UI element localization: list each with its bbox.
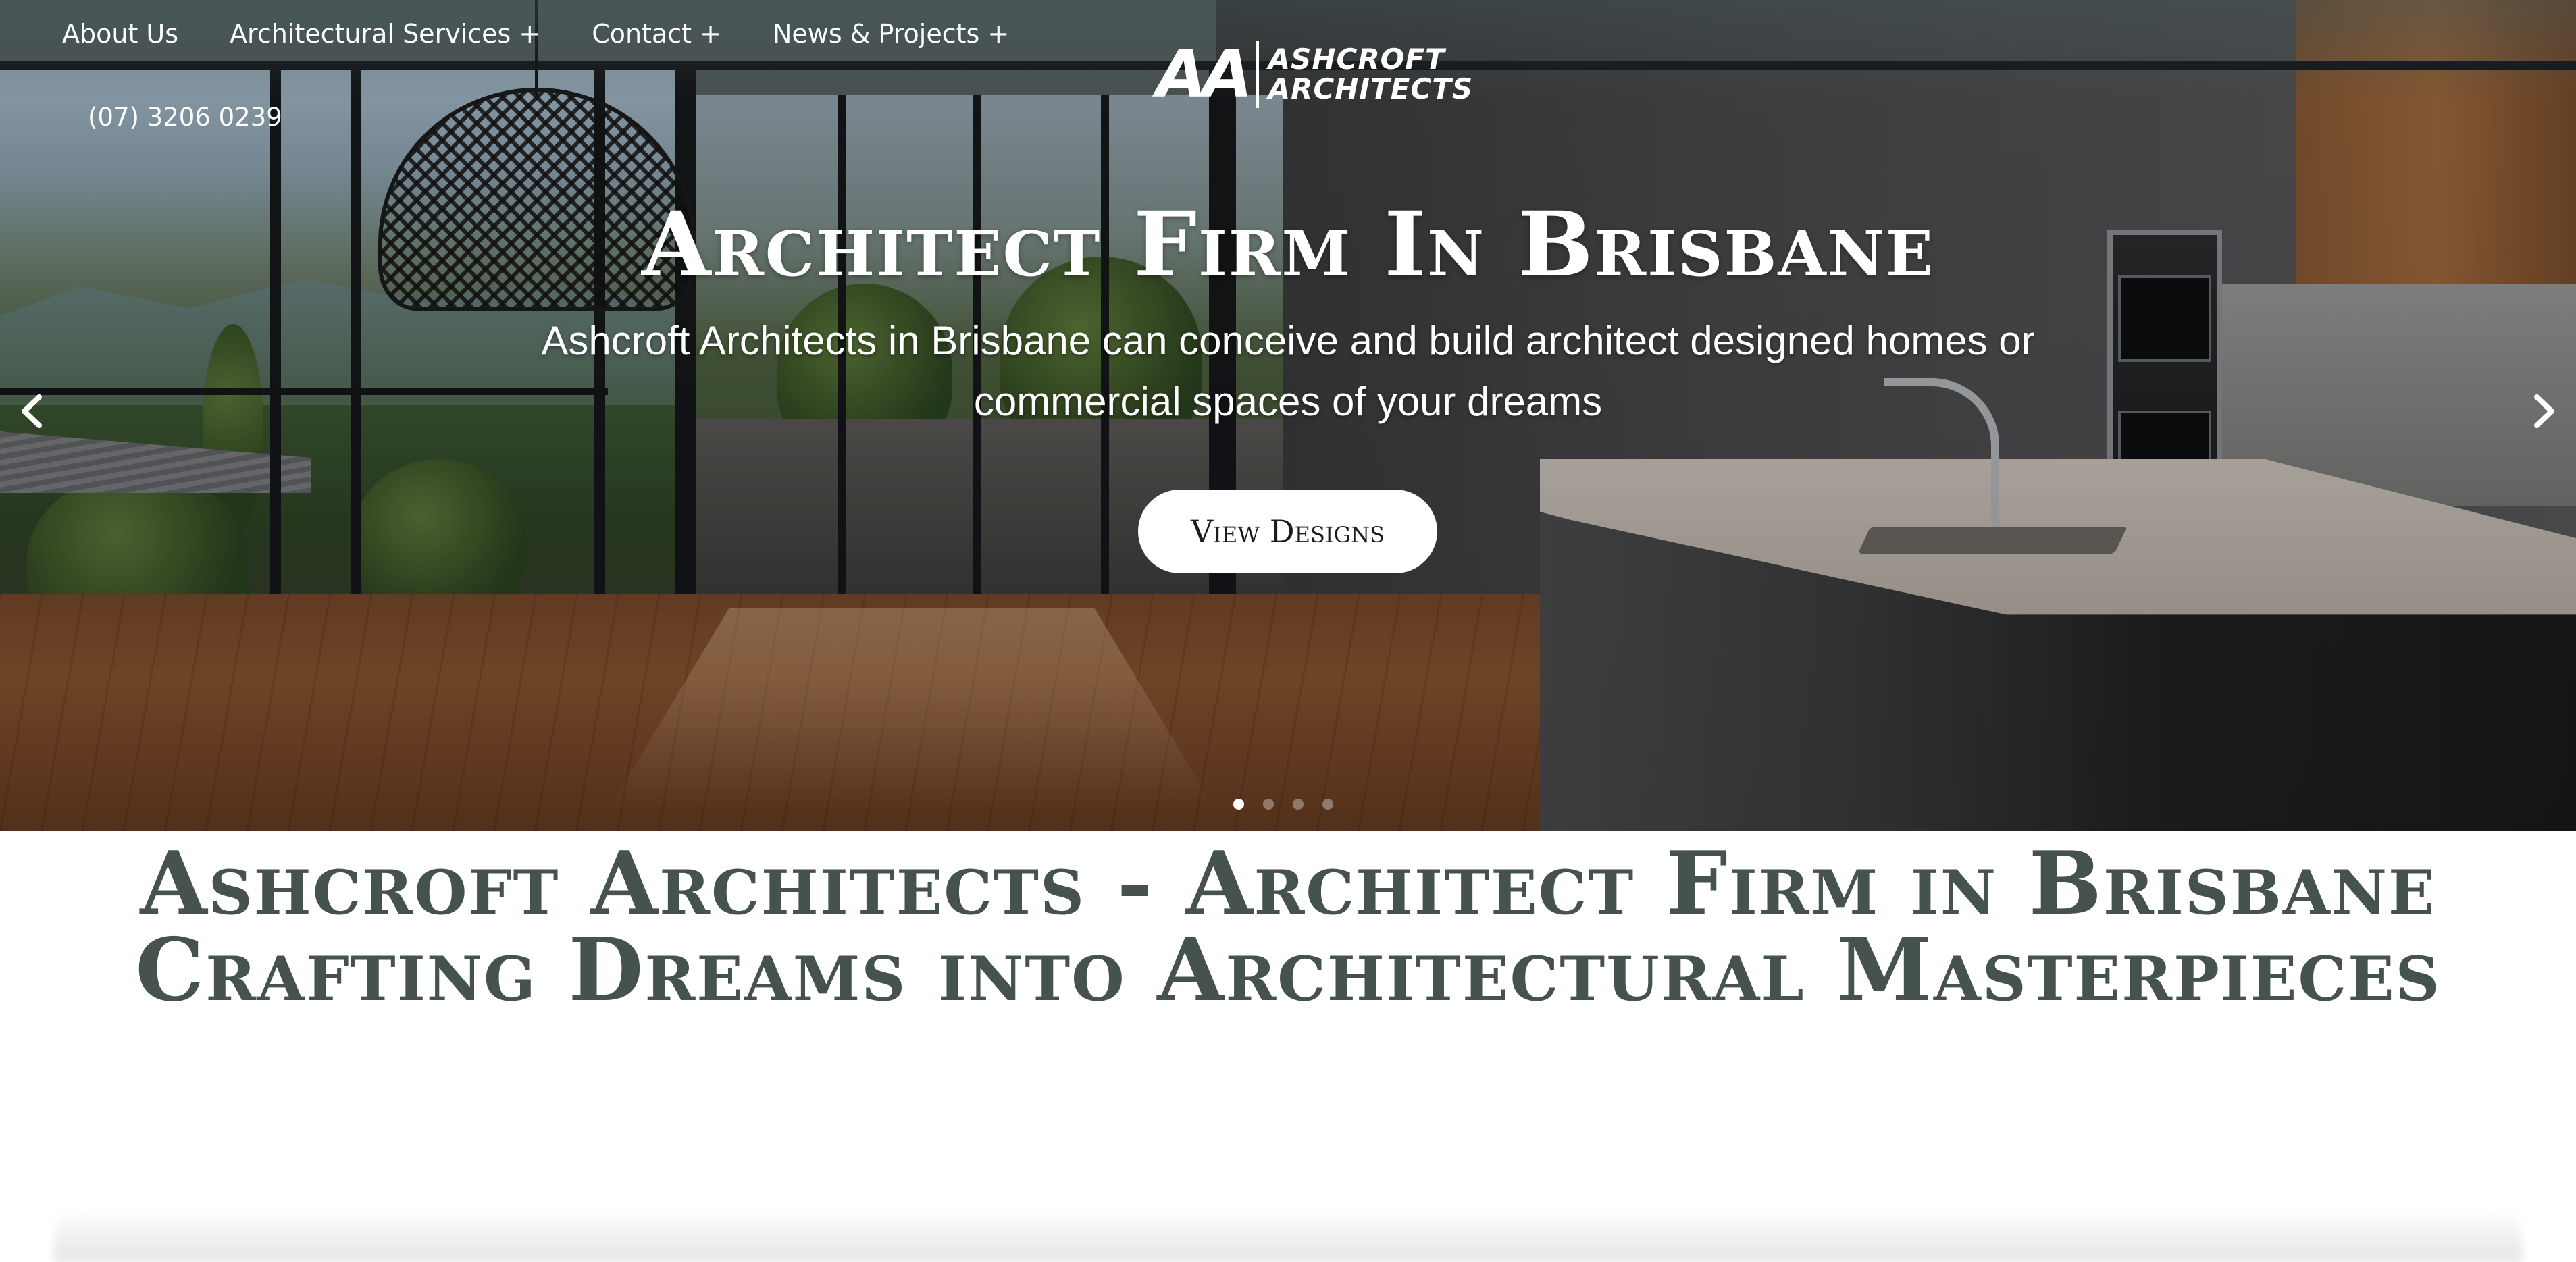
nav-news-projects[interactable]: News & Projects + [773, 19, 1009, 49]
slider-pagination [1233, 799, 1333, 810]
section-heading: Ashcroft Architects - Architect Firm in … [135, 833, 2441, 1021]
logo-line-2: ARCHITECTS [1268, 72, 1474, 105]
hero-title: Architect Firm In Brisbane [642, 192, 1934, 297]
hero-slider: About Us Architectural Services + Contac… [0, 0, 2576, 831]
hero-subtitle: Ashcroft Architects in Brisbane can conc… [541, 318, 2035, 424]
slider-dot-3[interactable] [1293, 799, 1304, 810]
logo-mark: AA [1156, 36, 1253, 112]
logo-wordmark: ASHCROFT ARCHITECTS [1268, 42, 1474, 105]
logo-divider [1255, 41, 1259, 108]
phone-link[interactable]: (07) 3206 0239 [88, 103, 282, 132]
nav-contact[interactable]: Contact + [592, 19, 721, 49]
site-logo[interactable]: AA ASHCROFT ARCHITECTS [1156, 41, 1473, 108]
main-nav: About Us Architectural Services + Contac… [0, 0, 1009, 68]
nav-about-us[interactable]: About Us [62, 19, 178, 49]
logo-line-1: ASHCROFT [1268, 42, 1445, 76]
slider-dot-1[interactable] [1233, 799, 1244, 810]
view-designs-button[interactable]: View Designs [1138, 490, 1437, 573]
content-card-edge [54, 1209, 2522, 1262]
slider-dot-2[interactable] [1263, 799, 1274, 810]
nav-architectural-services[interactable]: Architectural Services + [230, 19, 540, 49]
slider-dot-4[interactable] [1322, 799, 1333, 810]
chevron-right-icon[interactable] [2523, 388, 2564, 435]
chevron-left-icon[interactable] [12, 388, 53, 435]
